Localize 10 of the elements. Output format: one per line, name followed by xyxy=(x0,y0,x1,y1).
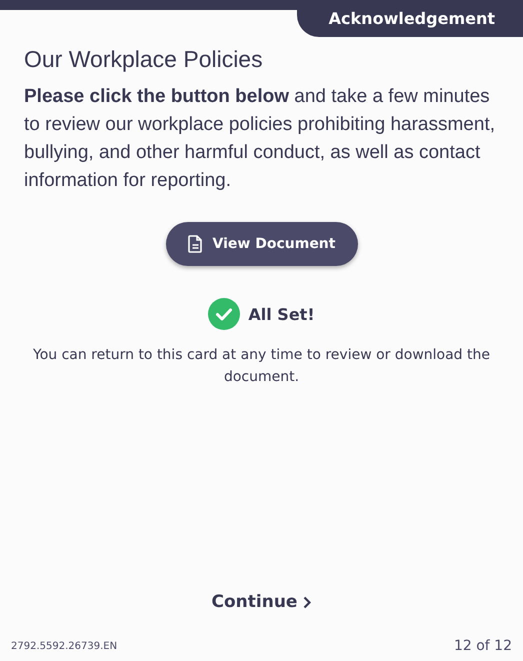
document-icon xyxy=(188,235,203,253)
chevron-right-icon xyxy=(303,596,312,608)
document-code: 2792.5592.26739.EN xyxy=(11,640,118,652)
status-label: All Set! xyxy=(248,304,315,324)
view-document-button[interactable]: View Document xyxy=(166,222,358,266)
note-text: You can return to this card at any time to review or download the document. xyxy=(32,346,491,387)
intro-paragraph: Please click the button below and take a few minutes to review our workplace policies prohibiting harassment, bullying, and other harmful conduct, as well as contact information for reporting. xyxy=(24,85,496,193)
card-title: Our Workplace Policies xyxy=(24,46,264,73)
page-counter: 12 of 12 xyxy=(454,638,512,654)
continue-button[interactable]: Continue xyxy=(208,588,316,616)
